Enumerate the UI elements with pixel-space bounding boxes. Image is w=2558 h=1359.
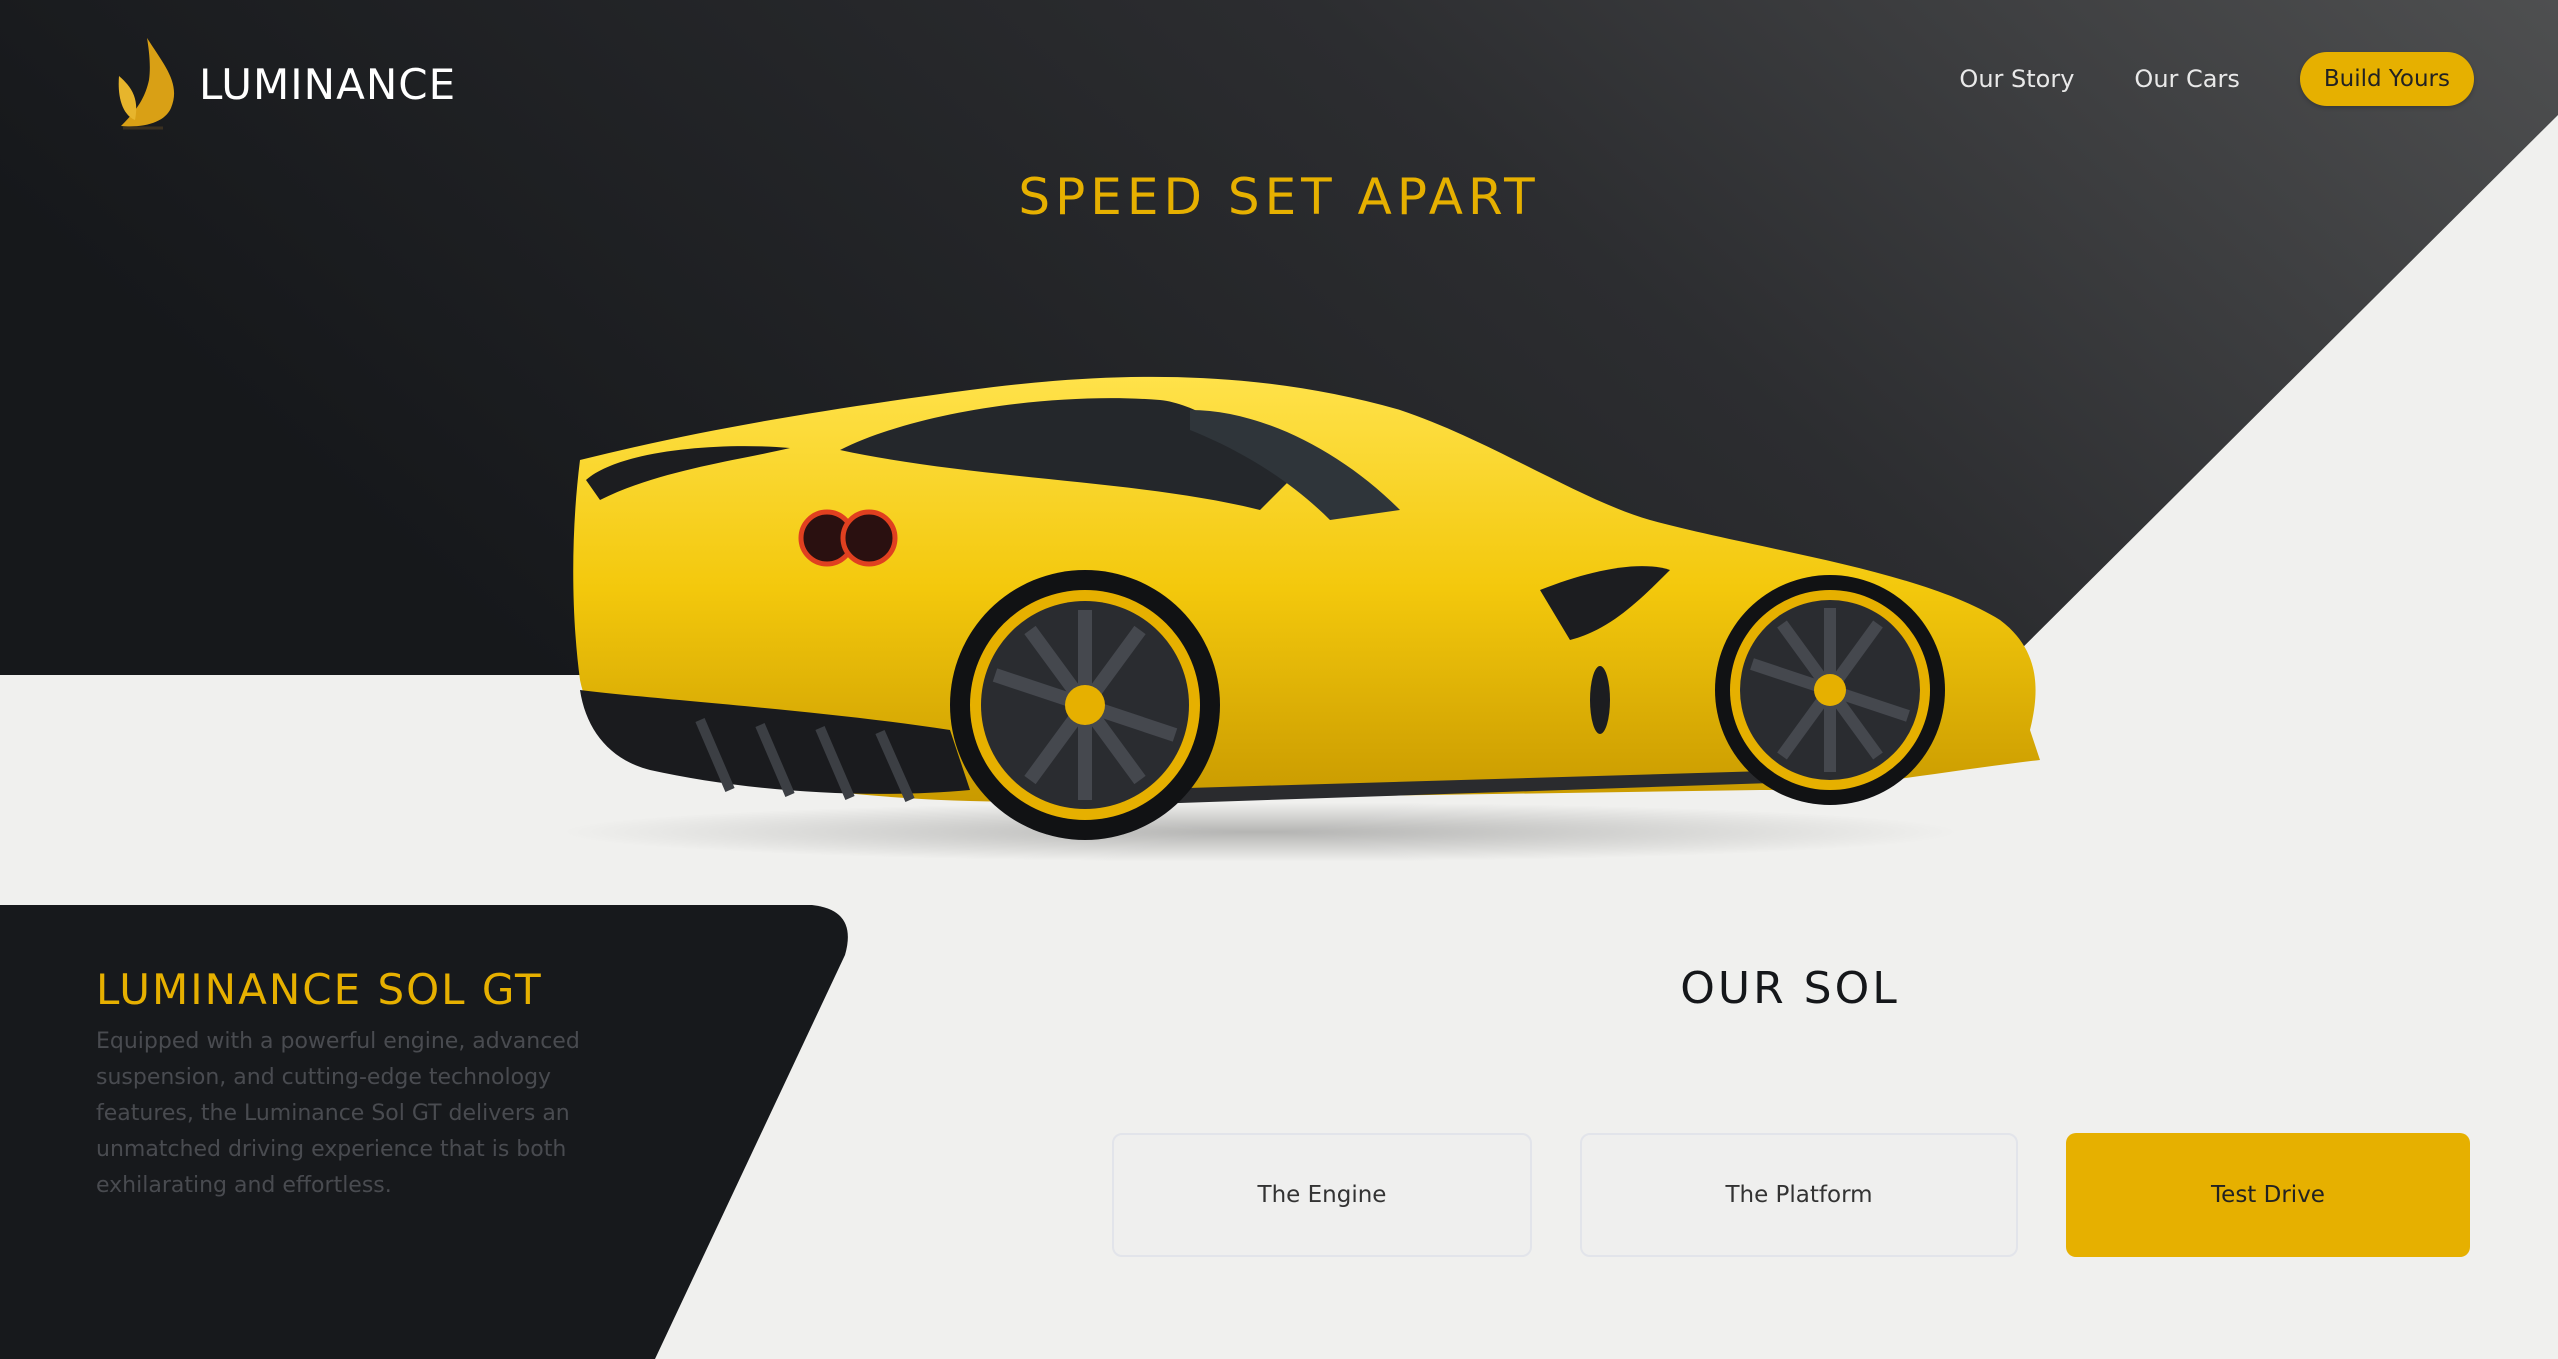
card-the-engine[interactable]: The Engine [1112, 1133, 1532, 1257]
model-description: Equipped with a powerful engine, advance… [96, 1029, 580, 1198]
flame-logo-icon [118, 38, 175, 130]
model-title: LUMINANCE SOL GT [96, 965, 543, 1014]
nav-link-our-story[interactable]: Our Story [1959, 65, 2074, 93]
brand-name: LUMINANCE [199, 59, 457, 109]
card-test-drive[interactable]: Test Drive [2066, 1133, 2470, 1257]
car-image [560, 376, 2041, 862]
card-the-platform[interactable]: The Platform [1580, 1133, 2018, 1257]
model-info-panel: LUMINANCE SOL GT Equipped with a powerfu… [96, 965, 616, 1204]
build-yours-button[interactable]: Build Yours [2299, 52, 2474, 106]
hero-tagline: SPEED SET APART [1018, 168, 1540, 226]
nav-link-our-cars[interactable]: Our Cars [2134, 65, 2239, 93]
section-title: OUR SOL [1680, 963, 1900, 1014]
brand-logo[interactable]: LUMINANCE [115, 36, 456, 132]
main-nav: Our Story Our Cars Build Yours [1959, 52, 2474, 106]
